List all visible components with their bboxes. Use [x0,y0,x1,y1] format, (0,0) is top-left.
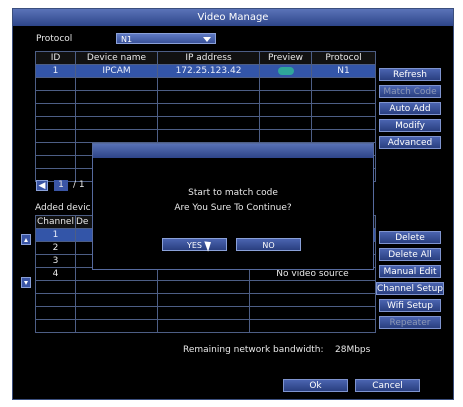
table-row[interactable] [35,90,376,104]
device-table-header: ID Device name IP address Preview Protoc… [35,51,376,65]
bandwidth-label: Remaining network bandwidth: [183,345,324,355]
cell-protocol: N1 [311,64,376,78]
cell-channel: 4 [35,267,76,281]
cancel-button[interactable]: Cancel [355,379,420,392]
channel-setup-button[interactable]: Channel Setup [376,282,444,295]
protocol-select[interactable]: N1 [116,33,216,44]
dialog-message-line2: Are You Sure To Continue? [174,203,292,213]
bandwidth-value: 28Mbps [335,345,371,355]
cell-channel: 2 [35,241,76,255]
window-title: Video Manage [13,9,453,26]
preview-icon[interactable] [277,66,294,75]
table-row[interactable] [35,116,376,130]
col-ip-address[interactable]: IP address [157,51,260,65]
page-total: / 1 [73,180,85,190]
prev-page-button[interactable]: ◀ [36,180,48,191]
table-row[interactable] [35,306,376,320]
auto-add-button[interactable]: Auto Add [379,102,441,115]
cell-device-name: IPCAM [75,64,158,78]
page-current[interactable]: 1 [54,180,68,191]
dialog-title-bar [93,144,373,158]
repeater-button[interactable]: Repeater [379,316,441,329]
refresh-button[interactable]: Refresh [379,68,441,81]
yes-button[interactable]: YES [162,238,227,251]
arrow-down-icon [24,281,28,285]
protocol-select-value: N1 [121,35,133,44]
table-row[interactable]: 1 IPCAM 172.25.123.42 N1 [35,64,376,78]
chevron-down-icon [203,37,211,42]
delete-button[interactable]: Delete [379,231,441,244]
match-code-button[interactable]: Match Code [379,85,441,98]
table-row[interactable] [35,293,376,307]
manual-edit-button[interactable]: Manual Edit [379,265,441,278]
col-preview[interactable]: Preview [259,51,312,65]
no-button[interactable]: NO [236,238,301,251]
match-code-dialog: Start to match code Are You Sure To Cont… [92,143,374,270]
table-row[interactable] [35,103,376,117]
table-row[interactable] [35,319,376,333]
modify-button[interactable]: Modify [379,119,441,132]
wifi-setup-button[interactable]: Wifi Setup [379,299,441,312]
advanced-button[interactable]: Advanced [379,136,441,149]
cell-channel: 3 [35,254,76,268]
move-up-button[interactable] [21,234,31,245]
cell-channel: 1 [35,228,76,242]
table-row[interactable] [35,77,376,91]
col-id[interactable]: ID [35,51,76,65]
added-devices-label: Added devic [35,203,91,213]
dialog-message-line1: Start to match code [188,188,278,198]
col-channel[interactable]: Channel [35,215,76,229]
protocol-label: Protocol [36,34,73,44]
col-device-name[interactable]: Device name [75,51,158,65]
ok-button[interactable]: Ok [283,379,348,392]
cell-id: 1 [35,64,76,78]
delete-all-button[interactable]: Delete All [379,248,441,261]
table-row[interactable] [35,280,376,294]
move-down-button[interactable] [21,277,31,288]
cell-ip-address: 172.25.123.42 [157,64,260,78]
cell-preview[interactable] [259,64,312,78]
arrow-up-icon [24,238,28,242]
table-row[interactable] [35,129,376,143]
col-protocol[interactable]: Protocol [311,51,376,65]
